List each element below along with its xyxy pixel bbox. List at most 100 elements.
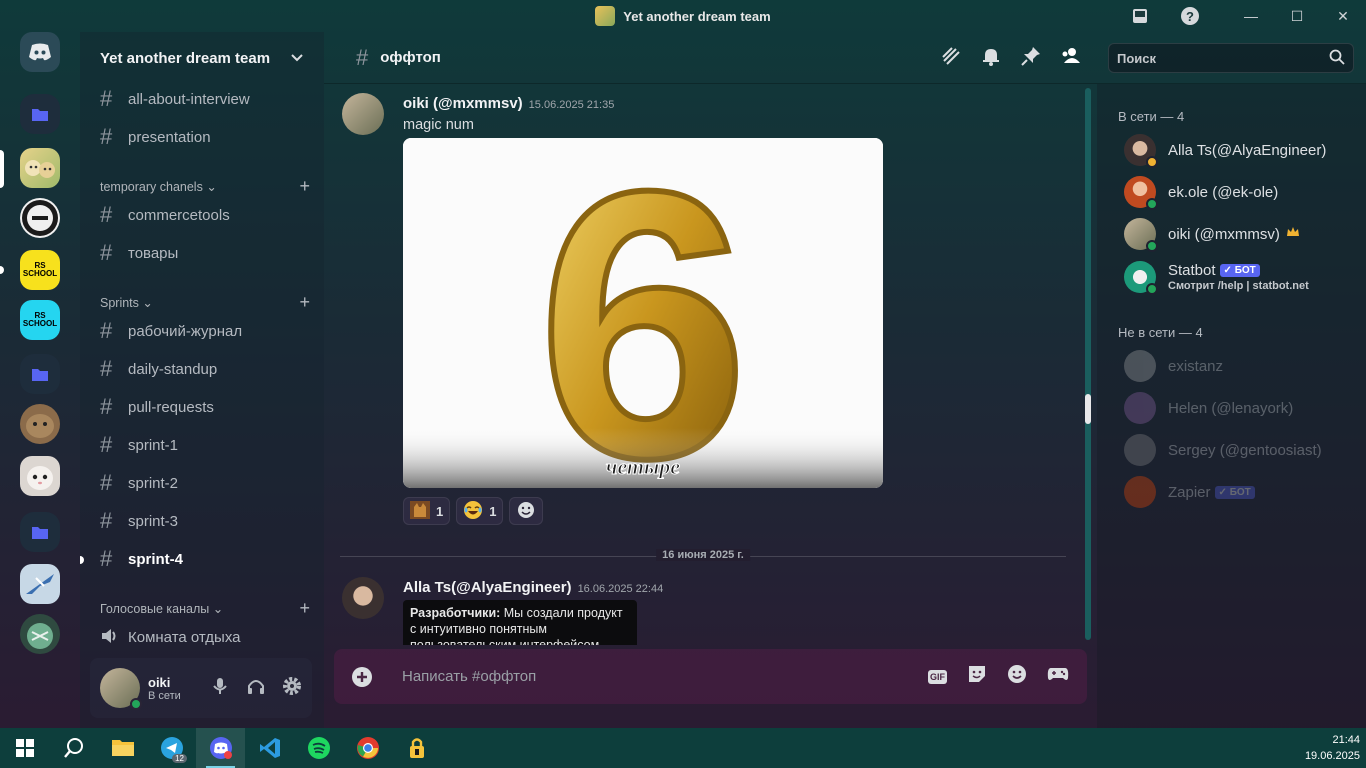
member-existanz[interactable]: existanz	[1124, 346, 1354, 386]
channel-commercetools[interactable]: # commercetools	[90, 198, 314, 232]
hash-icon: #	[100, 508, 113, 533]
channel-sprint-2[interactable]: # sprint-2	[90, 466, 314, 500]
channel-label: presentation	[128, 128, 211, 146]
white-cat-server-icon[interactable]	[20, 456, 60, 496]
add-attachment-button[interactable]	[334, 666, 390, 688]
scrollbar[interactable]	[1085, 88, 1091, 640]
avatar[interactable]	[342, 93, 384, 135]
category-sprints[interactable]: Sprints ⌄ +	[100, 292, 310, 313]
maximize-icon[interactable]: ☐	[1274, 0, 1320, 32]
help-icon[interactable]: ?	[1172, 0, 1208, 32]
message-composer: GIF	[334, 649, 1087, 704]
search-icon[interactable]	[49, 728, 98, 768]
channel-all-about-interview[interactable]: # all-about-interview	[90, 82, 314, 116]
game-controller-icon[interactable]	[1047, 666, 1069, 687]
chrome-icon[interactable]	[343, 728, 392, 768]
member-alla[interactable]: Alla Ts(@AlyaEngineer)	[1124, 130, 1354, 170]
vscode-icon[interactable]	[245, 728, 294, 768]
guild-icon	[595, 6, 616, 26]
clock-time: 21:44	[1332, 734, 1360, 746]
channel-sprint-4[interactable]: # sprint-4	[90, 542, 314, 576]
avatar[interactable]	[100, 668, 142, 710]
channel-pull-requests[interactable]: # pull-requests	[90, 390, 314, 424]
voice-channel-komnata-otdyha[interactable]: Комната отдыха	[90, 620, 314, 654]
category-temporary[interactable]: temporary chanels ⌄ +	[100, 176, 310, 197]
avatar[interactable]	[342, 577, 384, 619]
server-rail: RS SCHOOL RS SCHOOL	[0, 32, 80, 728]
discord-home-icon[interactable]	[20, 32, 60, 72]
active-server-pill	[0, 150, 4, 188]
monster-server-icon[interactable]	[20, 614, 60, 654]
dogs-server-icon[interactable]	[20, 148, 60, 188]
member-activity: Смотрит /help | statbot.net	[1168, 280, 1309, 292]
inbox-icon[interactable]	[1122, 0, 1158, 32]
add-channel-icon[interactable]: +	[299, 176, 310, 197]
add-channel-icon[interactable]: +	[299, 598, 310, 619]
message-author[interactable]: Alla Ts(@AlyaEngineer)	[403, 579, 572, 596]
image-attachment[interactable]: 6 четыре	[403, 138, 883, 488]
member-list: В сети — 4 Alla Ts(@AlyaEngineer) ek.ole…	[1097, 84, 1366, 728]
member-oiki[interactable]: oiki (@mxmmsv)	[1124, 214, 1354, 254]
bell-icon[interactable]	[980, 45, 1002, 72]
channel-tovary[interactable]: # товары	[90, 236, 314, 270]
folder-icon[interactable]	[20, 354, 60, 394]
emoji-icon[interactable]	[1007, 664, 1027, 689]
minimize-icon[interactable]: —	[1228, 0, 1274, 32]
channel-label: all-about-interview	[128, 90, 250, 108]
channel-sprint-1[interactable]: # sprint-1	[90, 428, 314, 462]
member-list-icon[interactable]	[1060, 45, 1082, 72]
guild-header[interactable]: Yet another dream team	[80, 32, 324, 84]
threads-icon[interactable]	[940, 45, 962, 72]
spotify-icon[interactable]	[294, 728, 343, 768]
pin-icon[interactable]	[1020, 45, 1042, 72]
system-clock[interactable]: 21:44 19.06.2025	[1305, 732, 1360, 764]
reactions: 1 1	[403, 497, 544, 525]
close-icon[interactable]: ✕	[1320, 0, 1366, 32]
avatar	[1124, 392, 1156, 424]
discord-icon[interactable]	[196, 728, 245, 768]
stack-overflow-server-icon[interactable]	[20, 198, 60, 238]
windows-start-icon[interactable]	[0, 728, 49, 768]
chevron-down-icon: ⌄	[142, 296, 153, 310]
telegram-icon[interactable]: 12	[147, 728, 196, 768]
airplane-server-icon[interactable]	[20, 564, 60, 604]
channel-daily-standup[interactable]: # daily-standup	[90, 352, 314, 386]
add-reaction-button[interactable]	[509, 497, 544, 525]
member-statbot[interactable]: Statbot ✓ БОТ Смотрит /help | statbot.net	[1124, 256, 1354, 298]
add-channel-icon[interactable]: +	[299, 292, 310, 313]
category-voice[interactable]: Голосовые каналы ⌄ +	[100, 598, 310, 619]
search-icon	[1329, 49, 1345, 68]
member-ek-ole[interactable]: ek.ole (@ek-ole)	[1124, 172, 1354, 212]
sticker-icon[interactable]	[967, 664, 987, 689]
member-helen[interactable]: Helen (@lenayork)	[1124, 388, 1354, 428]
search-input[interactable]	[1117, 50, 1317, 66]
online-status-icon	[1146, 240, 1158, 252]
folder-icon[interactable]	[20, 94, 60, 134]
folder-icon[interactable]	[20, 512, 60, 552]
member-zapier[interactable]: Zapier ✓ БОТ	[1124, 472, 1354, 512]
unread-dot	[80, 556, 84, 564]
reaction[interactable]: 1	[456, 497, 504, 525]
cat-server-icon[interactable]	[20, 404, 60, 444]
channel-sprint-3[interactable]: # sprint-3	[90, 504, 314, 538]
gear-icon[interactable]	[282, 676, 302, 701]
lock-app-icon[interactable]	[392, 728, 441, 768]
channel-rabochiy-zhurnal[interactable]: # рабочий-журнал	[90, 314, 314, 348]
headphones-icon[interactable]	[246, 676, 266, 701]
message-input[interactable]	[402, 668, 902, 685]
rs-school-cyan-server-icon[interactable]: RS SCHOOL	[20, 300, 60, 340]
avatar	[1124, 261, 1158, 295]
file-explorer-icon[interactable]	[98, 728, 147, 768]
channel-sidebar: Yet another dream team # all-about-interv…	[80, 32, 324, 728]
channel-presentation[interactable]: # presentation	[90, 120, 314, 154]
message-author[interactable]: oiki (@mxmmsv)	[403, 95, 523, 112]
search-box[interactable]	[1108, 43, 1354, 73]
gif-icon[interactable]: GIF	[928, 669, 947, 684]
scrollbar-thumb[interactable]	[1085, 394, 1091, 424]
rs-school-yellow-server-icon[interactable]: RS SCHOOL	[20, 250, 60, 290]
member-sergey[interactable]: Sergey (@gentoosiast)	[1124, 430, 1354, 470]
reaction[interactable]: 1	[403, 497, 451, 525]
microphone-icon[interactable]	[210, 676, 230, 701]
cat-reaction-icon	[410, 500, 430, 522]
avatar	[1124, 218, 1158, 252]
